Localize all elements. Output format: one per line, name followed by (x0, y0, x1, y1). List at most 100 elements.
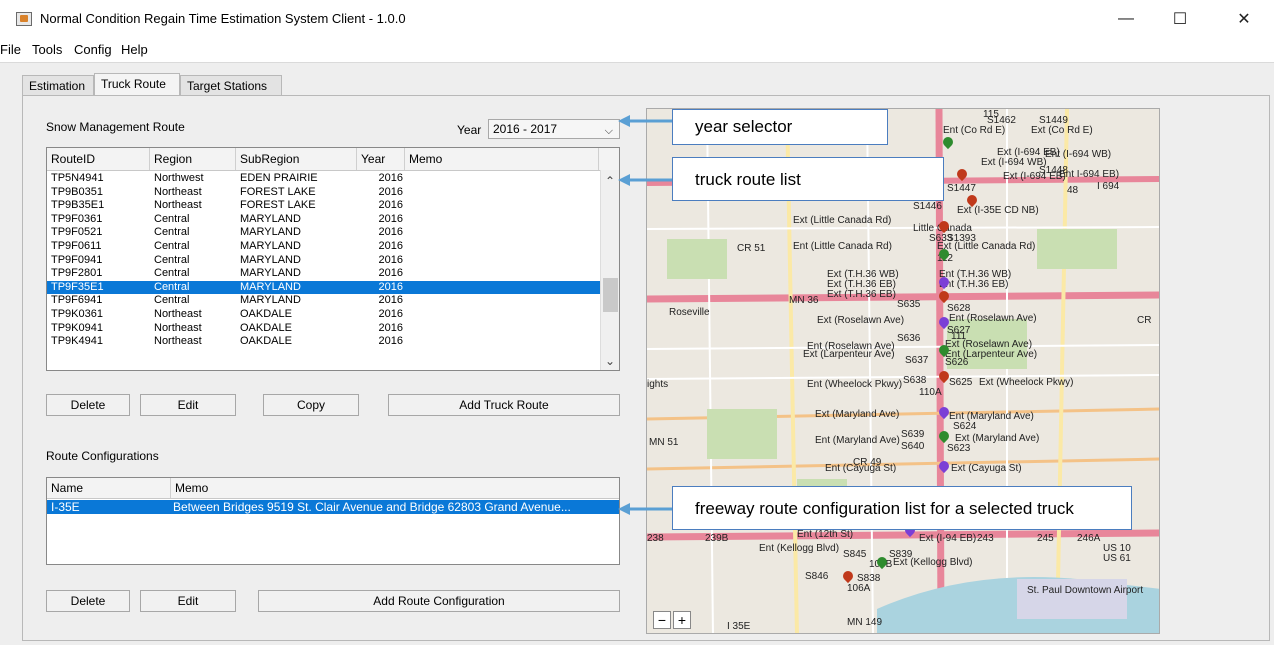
map-label: Ent (Wheelock Pkwy) (807, 379, 903, 390)
table-row[interactable]: TP9F0361 Central MARYLAND 2016 (47, 213, 600, 226)
table-row[interactable]: TP9F0941 Central MARYLAND 2016 (47, 254, 600, 267)
table-row[interactable]: TP9F0611 Central MARYLAND 2016 (47, 240, 600, 253)
chevron-down-icon: ⌵ (604, 125, 613, 137)
callout-truck-route-list: truck route list (672, 157, 944, 201)
menu-config[interactable]: Config (74, 42, 112, 57)
table-cell: Central (154, 240, 190, 252)
map-label: S635 (897, 299, 921, 310)
minimize-button[interactable]: — (1106, 6, 1146, 32)
table-row[interactable]: TP9K0361 Northeast OAKDALE 2016 (47, 308, 600, 321)
add-truck-route-button[interactable]: Add Truck Route (388, 394, 620, 416)
table-row[interactable]: TP9K0941 Northeast OAKDALE 2016 (47, 322, 600, 335)
tab-truck-route[interactable]: Truck Route (94, 73, 180, 95)
menu-tools[interactable]: Tools (32, 42, 62, 57)
table-cell: MARYLAND (240, 294, 301, 307)
zoom-in-button[interactable]: + (673, 611, 691, 629)
table-cell: 2016 (378, 199, 403, 212)
table-cell: MARYLAND (240, 267, 301, 280)
delete-route-button[interactable]: Delete (46, 394, 130, 416)
zoom-out-button[interactable]: − (653, 611, 671, 629)
table-cell: OAKDALE (240, 321, 292, 334)
table-cell: OAKDALE (240, 308, 292, 320)
map-label: Ext (I-694 EB) (1003, 171, 1066, 182)
window-titlebar: Normal Condition Regain Time Estimation … (0, 0, 1274, 38)
map-label: Ext (Maryland Ave) (815, 409, 900, 420)
map-label: 106A (847, 583, 871, 594)
col-year[interactable]: Year (357, 148, 405, 170)
tab-target-stations[interactable]: Target Stations (180, 75, 282, 95)
table-cell: Northeast (154, 185, 202, 198)
table-row[interactable]: TP9F2801 Central MARYLAND 2016 (47, 267, 600, 280)
edit-config-button[interactable]: Edit (140, 590, 236, 612)
scrollbar-thumb[interactable] (603, 278, 618, 312)
col-name[interactable]: Name (47, 478, 171, 498)
map-label: Ext (T.H.36 EB) (827, 289, 896, 300)
map-label: S1447 (947, 183, 976, 194)
chevron-down-icon[interactable]: ⌄ (605, 354, 615, 368)
table-cell: 2016 (378, 280, 403, 293)
callout-year-selector: year selector (672, 109, 888, 145)
table-row[interactable]: TP5N4941 Northwest EDEN PRAIRIE 2016 (47, 172, 600, 185)
menu-file[interactable]: File (0, 42, 21, 57)
table-cell: 2016 (378, 294, 403, 307)
map-label: S623 (947, 443, 971, 454)
table-cell: MARYLAND (240, 226, 301, 239)
menu-help[interactable]: Help (121, 42, 148, 57)
col-routeid[interactable]: RouteID (47, 148, 150, 170)
delete-config-button[interactable]: Delete (46, 590, 130, 612)
map-label: Ent (Little Canada Rd) (793, 241, 892, 252)
map-label: Ext (Little Canada Rd) (793, 215, 892, 226)
table-cell: Central (154, 294, 190, 307)
col-subregion[interactable]: SubRegion (236, 148, 357, 170)
map-label: 239B (705, 533, 729, 544)
map-label: 245 (1037, 533, 1054, 544)
table-row[interactable]: TP9B0351 Northeast FOREST LAKE 2016 (47, 186, 600, 199)
table-row[interactable]: TP9B35E1 Northeast FOREST LAKE 2016 (47, 199, 600, 212)
table-row[interactable]: TP9F0521 Central MARYLAND 2016 (47, 226, 600, 239)
table-cell: TP9F0611 (51, 240, 102, 252)
edit-route-button[interactable]: Edit (140, 394, 236, 416)
table-cell: Central (154, 212, 190, 225)
table-row[interactable]: TP9K4941 Northeast OAKDALE 2016 (47, 335, 600, 348)
map-label: Ext (Little Canada Rd) (937, 241, 1036, 252)
map-label: S640 (901, 441, 925, 452)
map-label: CR (1137, 315, 1152, 326)
table-cell: Northeast (154, 199, 202, 212)
col-config-memo[interactable]: Memo (171, 478, 619, 498)
year-select[interactable]: 2016 - 2017 ⌵ (488, 119, 620, 139)
table-cell: 2016 (378, 185, 403, 198)
table-cell: TP9K4941 (51, 335, 103, 348)
map-label: Ext (I-35E CD NB) (957, 205, 1039, 216)
col-region[interactable]: Region (150, 148, 236, 170)
snow-route-title: Snow Management Route (46, 120, 185, 134)
table-row[interactable]: TP9F6941 Central MARYLAND 2016 (47, 294, 600, 307)
map-label: Roseville (669, 307, 710, 318)
table-cell: MARYLAND (240, 280, 301, 293)
maximize-button[interactable]: ☐ (1160, 6, 1200, 32)
col-memo[interactable]: Memo (405, 148, 599, 170)
truck-route-table-header: RouteID Region SubRegion Year Memo (47, 148, 619, 171)
table-row[interactable]: TP9F35E1 Central MARYLAND 2016 (47, 280, 600, 294)
table-cell: 2016 (378, 212, 403, 225)
map-label: Ext (Wheelock Pkwy) (979, 377, 1074, 388)
table-cell: Central (154, 253, 190, 266)
chevron-up-icon[interactable]: ⌃ (605, 174, 615, 188)
add-route-configuration-button[interactable]: Add Route Configuration (258, 590, 620, 612)
copy-route-button[interactable]: Copy (263, 394, 359, 416)
app-icon (16, 12, 32, 26)
map-label: Ent (Kellogg Blvd) (759, 543, 840, 554)
table-cell: I-35E (51, 500, 80, 514)
close-button[interactable]: ✕ (1224, 6, 1264, 32)
truck-route-table[interactable]: RouteID Region SubRegion Year Memo TP5N4… (46, 147, 620, 371)
map-label: CR 51 (737, 243, 766, 254)
callout-route-config-list: freeway route configuration list for a s… (672, 486, 1132, 530)
map-label: MN 149 (847, 617, 883, 628)
table-cell: Northeast (154, 308, 202, 320)
table-cell: TP9F6941 (51, 294, 103, 307)
map-label: S626 (945, 357, 969, 368)
truck-route-scrollbar[interactable]: ⌃ ⌄ (600, 170, 619, 370)
tab-estimation[interactable]: Estimation (22, 75, 94, 95)
table-cell: FOREST LAKE (240, 185, 316, 198)
route-config-table[interactable]: Name Memo I-35E Between Bridges 9519 St. … (46, 477, 620, 565)
table-row[interactable]: I-35E Between Bridges 9519 St. Clair Aven… (47, 500, 619, 514)
